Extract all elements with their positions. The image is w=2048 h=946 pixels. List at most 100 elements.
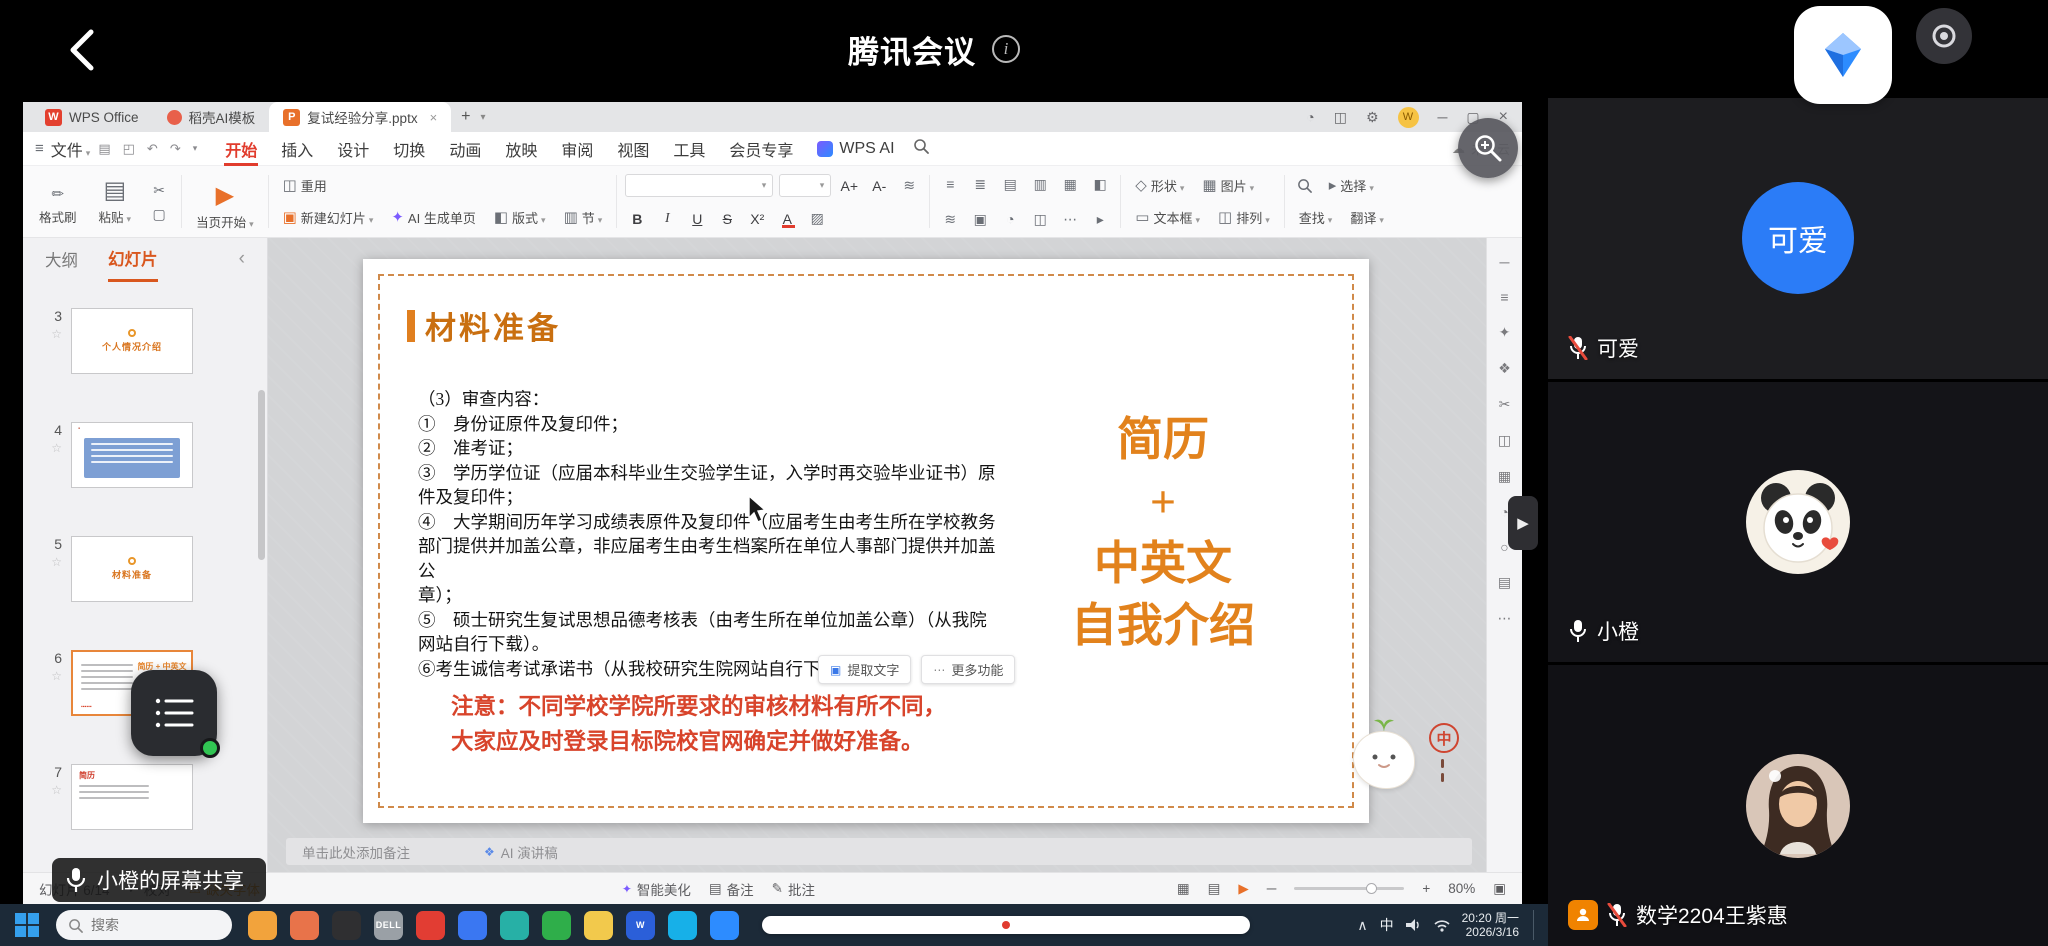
taskbar-app-icon[interactable] (332, 911, 361, 940)
comments-button[interactable]: ✎ 批注 (772, 879, 815, 899)
slide-thumbnail[interactable]: 4 ☆ ▪ (37, 422, 261, 488)
new-slide-button[interactable]: ▣新建幻灯片 (277, 206, 380, 229)
indent-increase-icon[interactable]: ▥ (1028, 174, 1052, 194)
zoom-search-icon[interactable] (1293, 176, 1317, 196)
bullet-list-icon[interactable]: ≡ (938, 174, 962, 194)
undo-icon[interactable]: ↶ (147, 141, 158, 157)
slide-note-textbox[interactable]: 注意：不同学校学院所要求的审核材料有所不同， 大家应及时登录目标院校官网确定并做… (451, 689, 946, 759)
rail-tool-icon[interactable]: ◫ (1498, 432, 1511, 449)
workspace-icon[interactable]: ◫ (1334, 109, 1347, 126)
textbox-button[interactable]: ▭文本框 (1129, 206, 1206, 229)
network-icon[interactable] (1434, 919, 1450, 932)
notes-bar[interactable]: 单击此处添加备注 ❖ AI 演讲稿 (286, 838, 1472, 865)
menu-tab[interactable]: 审阅 (549, 132, 605, 166)
copy-icon[interactable]: ▢ (147, 204, 171, 224)
reuse-button[interactable]: ◫重用 (277, 174, 333, 197)
taskbar-app-icon[interactable] (416, 911, 445, 940)
panel-scrollbar[interactable] (258, 390, 265, 560)
meeting-floating-widget[interactable] (131, 670, 217, 756)
menu-tab[interactable]: 开始 (213, 132, 269, 166)
select-button[interactable]: ▸选择 (1323, 174, 1380, 197)
cut-icon[interactable]: ✂ (147, 180, 171, 200)
menu-tab[interactable]: 插入 (269, 132, 325, 166)
sorter-view-icon[interactable]: ▤ (1208, 881, 1221, 897)
menu-tab[interactable]: WPS AI (805, 132, 906, 166)
panel-tab[interactable]: 幻灯片 (108, 237, 158, 282)
line-spacing-icon[interactable]: ▦ (1058, 174, 1082, 194)
zoom-in-button[interactable]: + (1422, 881, 1430, 896)
font-color-button[interactable]: A (775, 208, 799, 229)
sync-icon[interactable]: ◔ (1306, 109, 1314, 125)
slide[interactable]: 材料准备 （3）审查内容： ① 身份证原件及复印件； ② 准考证； ③ 学历学位… (363, 259, 1369, 823)
menu-tab[interactable]: 切换 (381, 132, 437, 166)
justify-icon[interactable]: ◫ (1028, 209, 1052, 229)
window-tab[interactable]: 稻壳AI模板 (153, 102, 270, 132)
file-menu[interactable]: ≡ 文件 (35, 137, 90, 161)
play-from-current-button[interactable]: ▶ 当页开始 (190, 170, 260, 233)
search-input[interactable] (91, 917, 203, 933)
decrease-font-button[interactable]: A- (867, 175, 891, 196)
taskbar-clock[interactable]: 20:20 周一 2026/3/16 (1462, 911, 1519, 939)
meeting-toolbar-pill[interactable] (762, 916, 1250, 934)
participant-tile[interactable]: 小橙 (1548, 382, 2048, 663)
slideshow-play-icon[interactable]: ▶ (1238, 881, 1248, 897)
menu-tab[interactable]: 工具 (661, 132, 717, 166)
tab-list-chevron-icon[interactable]: ▾ (481, 112, 486, 123)
settings-gear-icon[interactable]: ⚙ (1366, 109, 1379, 126)
text-direction-icon[interactable]: ⋯ (1058, 209, 1082, 229)
strikethrough-button[interactable]: S (715, 208, 739, 229)
font-name-select[interactable] (625, 174, 773, 197)
ribbon-search-icon[interactable] (913, 138, 929, 159)
participant-tile[interactable]: 数学2204王紫惠 (1548, 665, 2048, 946)
columns-icon[interactable]: ◧ (1088, 174, 1112, 194)
beautify-button[interactable]: ✦ 智能美化 (622, 879, 691, 899)
taskbar-app-icon[interactable]: DELL (374, 911, 403, 940)
panel-tab[interactable]: 大纲 (45, 238, 78, 280)
format-painter-button[interactable]: ✏ 格式刷 (33, 185, 83, 228)
find-button[interactable]: 查找 (1293, 206, 1339, 229)
window-tab[interactable]: P 复试经验分享.pptx × (269, 102, 451, 132)
rail-tool-icon[interactable]: ▦ (1498, 468, 1511, 485)
slide-thumbnail[interactable]: 5 ☆ 材料准备 (37, 536, 261, 602)
notes-button[interactable]: ▤ 备注 (709, 879, 754, 899)
rail-tool-icon[interactable]: ─ (1500, 254, 1510, 270)
rail-tool-icon[interactable]: ✂ (1499, 396, 1511, 413)
rail-tool-icon[interactable]: ✦ (1499, 324, 1511, 341)
menu-tab[interactable]: 设计 (325, 132, 381, 166)
clear-format-icon[interactable]: ≋ (897, 176, 921, 196)
underline-button[interactable]: U (685, 208, 709, 229)
window-tab[interactable]: W WPS Office (31, 102, 153, 132)
numbered-list-icon[interactable]: ≣ (968, 174, 992, 194)
indent-decrease-icon[interactable]: ▤ (998, 174, 1022, 194)
rail-tool-icon[interactable]: ❖ (1498, 360, 1511, 377)
menu-tab[interactable]: 视图 (605, 132, 661, 166)
ime-indicator[interactable]: 中 (1380, 915, 1394, 935)
ai-single-page-button[interactable]: ✦AI 生成单页 (385, 206, 481, 229)
account-avatar[interactable]: W (1398, 107, 1419, 128)
tab-close-icon[interactable]: × (430, 110, 438, 125)
bold-button[interactable]: B (625, 208, 649, 229)
translate-button[interactable]: 翻译 (1344, 206, 1390, 229)
superscript-button[interactable]: X² (745, 208, 769, 229)
normal-view-icon[interactable]: ▦ (1177, 881, 1190, 897)
paragraph-more-icon[interactable]: ▸ (1088, 209, 1112, 229)
taskbar-app-icon[interactable] (542, 911, 571, 940)
new-tab-button[interactable]: + (461, 108, 470, 126)
align-center-icon[interactable]: ▣ (968, 209, 992, 229)
slide-body-textbox[interactable]: （3）审查内容： ① 身份证原件及复印件； ② 准考证； ③ 学历学位证（应届本… (418, 387, 1002, 681)
font-size-select[interactable] (779, 174, 831, 197)
zoom-slider[interactable] (1294, 887, 1404, 890)
slide-thumbnail[interactable]: 3 ☆ 个人情况介绍 (37, 308, 261, 374)
meeting-info-icon[interactable]: i (992, 35, 1020, 63)
rail-tool-icon[interactable]: ≡ (1500, 289, 1508, 305)
show-desktop-edge[interactable] (1533, 910, 1538, 940)
taskbar-app-icon[interactable] (248, 911, 277, 940)
align-right-icon[interactable]: ◔ (998, 209, 1022, 229)
magnifier-button[interactable] (1458, 118, 1518, 178)
fit-screen-icon[interactable]: ▣ (1493, 881, 1506, 897)
more-functions-button[interactable]: ⋯ 更多功能 (921, 655, 1015, 684)
taskbar-app-icon[interactable]: W (626, 911, 655, 940)
menu-tab[interactable]: 会员专享 (717, 132, 805, 166)
paste-button[interactable]: ▤ 粘贴 (93, 177, 138, 228)
picture-button[interactable]: ▦图片 (1196, 174, 1260, 197)
